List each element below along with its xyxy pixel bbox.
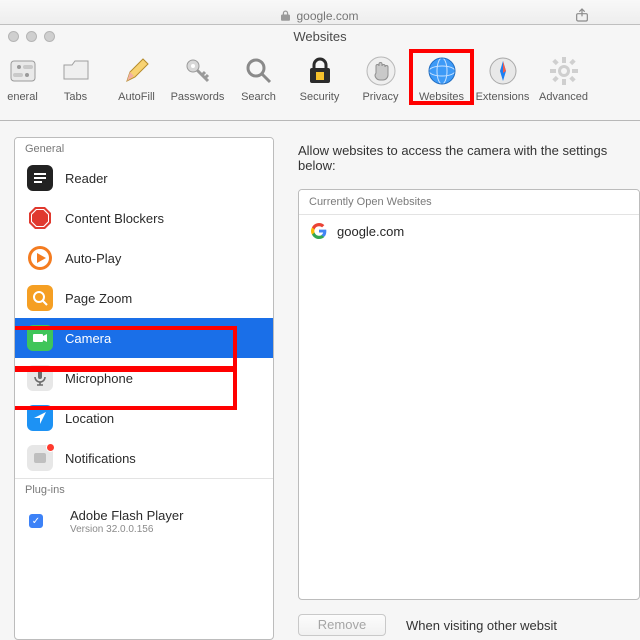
toolbar-search[interactable]: Search <box>228 53 289 103</box>
toolbar-label: Passwords <box>171 91 225 103</box>
notifications-icon <box>27 445 53 471</box>
toolbar-passwords[interactable]: Passwords <box>167 53 228 103</box>
toolbar-privacy[interactable]: Privacy <box>350 53 411 103</box>
right-header: Allow websites to access the camera with… <box>298 137 640 189</box>
location-icon <box>27 405 53 431</box>
window-traffic-lights[interactable] <box>8 31 55 42</box>
when-visiting-label: When visiting other websit <box>406 618 640 633</box>
toolbar-label: AutoFill <box>118 91 155 103</box>
main-content: General Reader Content Blockers Auto-Pla… <box>0 121 640 640</box>
hand-icon <box>365 55 397 87</box>
stop-icon <box>27 205 53 231</box>
tab-icon <box>60 55 92 87</box>
padlock-warning-icon <box>304 55 336 87</box>
sidebar-section-plugins: Plug-ins <box>15 478 273 499</box>
toolbar-label: Websites <box>419 91 464 103</box>
sidebar-item-camera[interactable]: Camera <box>15 318 273 358</box>
sidebar-item-location[interactable]: Location <box>15 398 273 438</box>
toolbar-websites[interactable]: Websites <box>411 53 472 103</box>
sidebar-item-label: Auto-Play <box>65 251 121 266</box>
sidebar-item-auto-play[interactable]: Auto-Play <box>15 238 273 278</box>
bottom-bar: Remove When visiting other websit <box>298 614 640 640</box>
gear-icon <box>548 55 580 87</box>
globe-icon <box>426 55 458 87</box>
camera-icon <box>27 325 53 351</box>
toolbar-extensions[interactable]: Extensions <box>472 53 533 103</box>
sidebar-item-label: Notifications <box>65 451 136 466</box>
sidebar-item-flash[interactable]: ✓ Adobe Flash Player Version 32.0.0.156 <box>15 499 273 543</box>
zoom-icon <box>27 285 53 311</box>
sidebar-item-label: Reader <box>65 171 108 186</box>
traffic-close[interactable] <box>8 31 19 42</box>
toolbar-tabs[interactable]: Tabs <box>45 53 106 103</box>
toolbar-autofill[interactable]: AutoFill <box>106 53 167 103</box>
sidebar-item-label: Microphone <box>65 371 133 386</box>
websites-sidebar: General Reader Content Blockers Auto-Pla… <box>14 137 274 640</box>
switches-icon <box>7 55 39 87</box>
website-row[interactable]: google.com <box>299 215 639 247</box>
compass-icon <box>487 55 519 87</box>
toolbar-label: Search <box>241 91 276 103</box>
play-icon <box>27 245 53 271</box>
magnifier-icon <box>243 55 275 87</box>
microphone-icon <box>27 365 53 391</box>
key-icon <box>182 55 214 87</box>
toolbar-general[interactable]: eneral <box>0 53 45 103</box>
lock-icon <box>281 10 290 21</box>
toolbar-label: Privacy <box>362 91 398 103</box>
sidebar-item-label: Content Blockers <box>65 211 164 226</box>
preferences-toolbar: eneral Tabs AutoFill Passwords Search <box>0 49 640 121</box>
toolbar-advanced[interactable]: Advanced <box>533 53 594 103</box>
toolbar-label: Tabs <box>64 91 87 103</box>
sidebar-item-label: Adobe Flash Player <box>70 508 183 523</box>
window-title: Websites <box>0 25 640 49</box>
preferences-window: Websites eneral Tabs AutoFill Password <box>0 24 640 640</box>
traffic-zoom[interactable] <box>44 31 55 42</box>
toolbar-security[interactable]: Security <box>289 53 350 103</box>
reader-icon <box>27 165 53 191</box>
sidebar-item-notifications[interactable]: Notifications <box>15 438 273 478</box>
toolbar-label: Advanced <box>539 91 588 103</box>
plugin-version: Version 32.0.0.156 <box>70 524 183 535</box>
toolbar-label: Extensions <box>476 91 530 103</box>
sidebar-item-microphone[interactable]: Microphone <box>15 358 273 398</box>
website-host: google.com <box>337 224 404 239</box>
google-favicon-icon <box>311 223 327 239</box>
sidebar-item-label: Location <box>65 411 114 426</box>
sidebar-item-reader[interactable]: Reader <box>15 158 273 198</box>
open-websites-heading: Currently Open Websites <box>299 190 639 215</box>
toolbar-label: Security <box>300 91 340 103</box>
pencil-icon <box>121 55 153 87</box>
remove-button[interactable]: Remove <box>298 614 386 636</box>
plugin-checkbox[interactable]: ✓ <box>29 514 43 528</box>
sidebar-item-content-blockers[interactable]: Content Blockers <box>15 198 273 238</box>
traffic-minimize[interactable] <box>26 31 37 42</box>
sidebar-item-label: Page Zoom <box>65 291 132 306</box>
toolbar-label: eneral <box>7 91 38 103</box>
open-websites-list: Currently Open Websites google.com <box>298 189 640 600</box>
sidebar-item-label: Camera <box>65 331 111 346</box>
address-text: google.com <box>296 9 358 23</box>
sidebar-item-page-zoom[interactable]: Page Zoom <box>15 278 273 318</box>
sidebar-section-general: General <box>15 138 273 158</box>
right-pane: Allow websites to access the camera with… <box>274 137 640 640</box>
share-icon[interactable] <box>574 7 590 25</box>
